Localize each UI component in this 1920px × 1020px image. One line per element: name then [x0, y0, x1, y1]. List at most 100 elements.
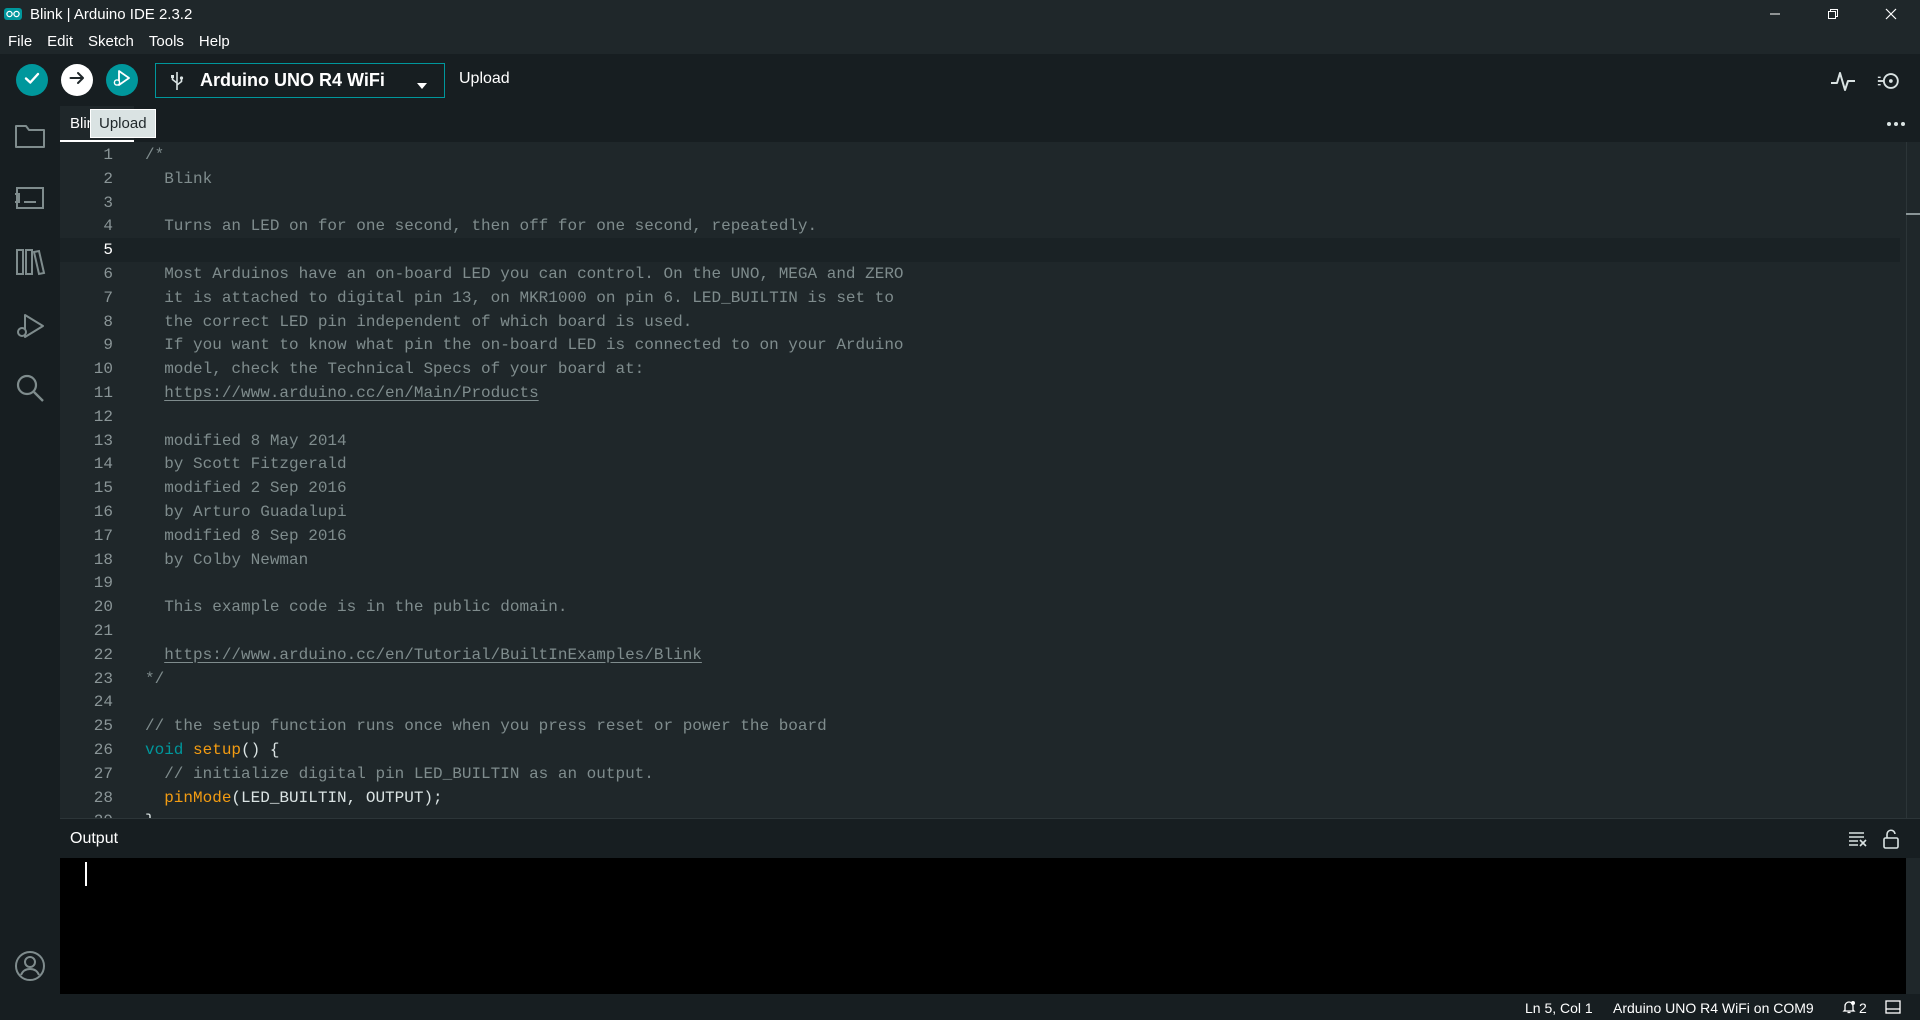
restore-icon[interactable] [1804, 0, 1862, 28]
code-line[interactable]: 18 by Colby Newman [60, 548, 1900, 572]
debug-button[interactable] [106, 64, 138, 96]
bell-icon[interactable] [1842, 1000, 1856, 1017]
code-text: by Scott Fitzgerald [145, 455, 346, 473]
line-number: 15 [93, 479, 113, 498]
debug-icon[interactable] [12, 308, 48, 344]
usb-icon [170, 71, 188, 91]
output-scrollbar[interactable] [1906, 858, 1920, 994]
code-token: If you want to know what pin the on-boar… [145, 336, 904, 355]
code-line[interactable]: 5 [60, 238, 1900, 263]
code-line[interactable]: 22 https://www.arduino.cc/en/Tutorial/Bu… [60, 643, 1900, 667]
code-line[interactable]: 10 model, check the Technical Specs of y… [60, 357, 1900, 381]
code-line[interactable]: 15 modified 2 Sep 2016 [60, 476, 1900, 500]
magnifier-icon[interactable] [1876, 68, 1902, 94]
code-line[interactable]: 2 Blink [60, 167, 1900, 191]
minimize-icon[interactable] [1746, 0, 1804, 28]
code-line[interactable]: 24 [60, 690, 1900, 714]
code-token: modified 2 Sep 2016 [145, 479, 347, 498]
code-text: the correct LED pin independent of which… [145, 313, 692, 331]
code-text: model, check the Technical Specs of your… [145, 360, 644, 378]
board-port-status[interactable]: Arduino UNO R4 WiFi on COM9 [1613, 1000, 1814, 1016]
library-icon[interactable] [12, 244, 48, 280]
board-icon[interactable] [12, 180, 48, 216]
code-line[interactable]: 14 by Scott Fitzgerald [60, 452, 1900, 476]
code-line[interactable]: 4 Turns an LED on for one second, then o… [60, 214, 1900, 238]
menu-sketch[interactable]: Sketch [88, 33, 134, 50]
code-line[interactable]: 8 the correct LED pin independent of whi… [60, 310, 1900, 334]
line-number: 13 [93, 431, 113, 450]
notification-count[interactable]: 2 [1859, 1000, 1867, 1016]
code-line[interactable]: 26 void setup() { [60, 738, 1900, 762]
code-line[interactable]: 28 pinMode(LED_BUILTIN, OUTPUT); [60, 786, 1900, 810]
code-line[interactable]: 13 modified 8 May 2014 [60, 429, 1900, 453]
line-number: 14 [93, 455, 113, 474]
line-number: 20 [93, 598, 113, 617]
check-icon [23, 69, 41, 92]
code-text: /* [145, 146, 164, 164]
code-line[interactable]: 27 // initialize digital pin LED_BUILTIN… [60, 762, 1900, 786]
unlock-icon[interactable] [1880, 829, 1902, 849]
window-title: Blink | Arduino IDE 2.3.2 [30, 5, 193, 23]
code-text: it is attached to digital pin 13, on MKR… [145, 289, 894, 307]
code-line[interactable]: 12 [60, 405, 1900, 429]
folder-icon[interactable] [12, 118, 48, 154]
upload-tooltip: Upload [90, 109, 156, 138]
activity-sidebar [0, 106, 60, 996]
code-editor[interactable]: 1 /* 2 Blink 3 4 Turns an LED on for one sec… [60, 142, 1920, 818]
code-text: by Colby Newman [145, 551, 308, 569]
code-line[interactable]: 23 */ [60, 667, 1900, 691]
code-line[interactable]: 19 [60, 571, 1900, 595]
menu-help[interactable]: Help [199, 33, 230, 50]
code-token: () { [241, 741, 280, 759]
account-icon[interactable] [12, 948, 48, 984]
code-line[interactable]: 21 [60, 619, 1900, 643]
code-token: the correct LED pin independent of which… [145, 312, 693, 331]
code-link[interactable]: https://www.arduino.cc/en/Main/Products [164, 384, 538, 402]
arduino-logo-icon [4, 7, 22, 21]
code-line[interactable]: 6 Most Arduinos have an on-board LED you… [60, 262, 1900, 286]
code-token: */ [145, 669, 165, 688]
menu-edit[interactable]: Edit [47, 33, 73, 50]
code-text: https://www.arduino.cc/en/Main/Products [145, 384, 538, 402]
code-line[interactable]: 16 by Arturo Guadalupi [60, 500, 1900, 524]
line-number: 9 [103, 336, 113, 355]
code-token: /* [145, 146, 165, 164]
line-number: 5 [103, 241, 113, 260]
menu-tools[interactable]: Tools [149, 33, 184, 50]
more-icon[interactable] [1884, 114, 1908, 134]
code-link[interactable]: https://www.arduino.cc/en/Tutorial/Built… [164, 646, 702, 664]
code-line[interactable]: 17 modified 8 Sep 2016 [60, 524, 1900, 548]
board-selector[interactable]: Arduino UNO R4 WiFi [155, 63, 445, 98]
search-icon[interactable] [12, 370, 48, 406]
toggle-panel-icon[interactable] [1885, 1000, 1901, 1017]
code-line[interactable]: 1 /* [60, 143, 1900, 167]
cursor-position[interactable]: Ln 5, Col 1 [1525, 1000, 1593, 1016]
code-line[interactable]: 29} [60, 809, 1900, 818]
line-number: 27 [93, 764, 113, 783]
code-line[interactable]: 20 This example code is in the public do… [60, 595, 1900, 619]
output-panel-header: Output [60, 818, 1920, 858]
line-number: 7 [103, 288, 113, 307]
output-console[interactable] [60, 858, 1920, 994]
code-line[interactable]: 11 https://www.arduino.cc/en/Main/Produc… [60, 381, 1900, 405]
upload-button[interactable] [61, 64, 93, 96]
menu-file[interactable]: File [8, 33, 32, 50]
code-line[interactable]: 25 // the setup function runs once when y… [60, 714, 1900, 738]
code-text: modified 8 May 2014 [145, 432, 346, 450]
line-number: 3 [103, 193, 113, 212]
line-number: 18 [93, 550, 113, 569]
code-line[interactable]: 9 If you want to know what pin the on-bo… [60, 333, 1900, 357]
editor-scrollbar[interactable] [1906, 142, 1920, 818]
code-text: modified 8 Sep 2016 [145, 527, 346, 545]
pulse-icon[interactable] [1830, 68, 1856, 94]
code-line[interactable]: 7 it is attached to digital pin 13, on M… [60, 286, 1900, 310]
close-icon[interactable] [1862, 0, 1920, 28]
line-number: 26 [93, 741, 113, 759]
verify-button[interactable] [16, 64, 48, 96]
code-token: Blink [145, 169, 213, 188]
clear-output-icon[interactable] [1847, 829, 1869, 849]
line-number: 25 [93, 717, 113, 736]
code-token: Turns an LED on for one second, then off… [145, 217, 818, 236]
code-line[interactable]: 3 [60, 191, 1900, 215]
